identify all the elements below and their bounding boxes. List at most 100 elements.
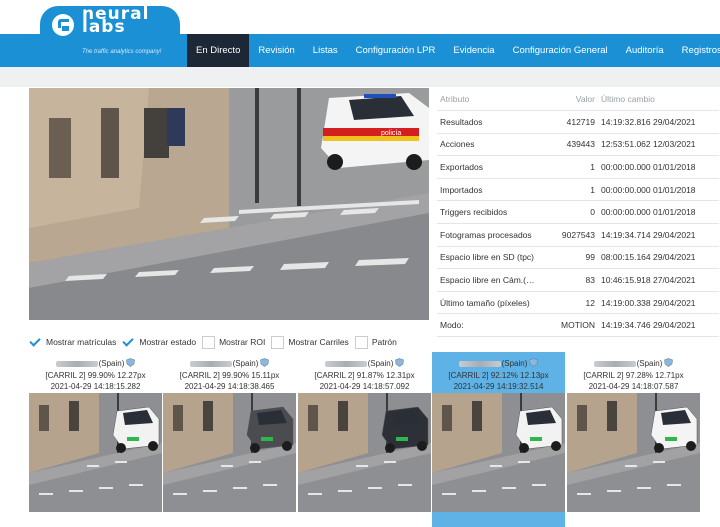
brand-tagline: The traffic analytics company! [82,49,162,55]
checkbox-checked-icon[interactable] [29,335,42,349]
status-row: Resultados 412719 14:19:32.816 29/04/2021 [437,110,719,134]
status-attribute: Fotogramas procesados [437,223,538,247]
status-last-change: 08:00:15.164 29/04/2021 [598,246,719,270]
status-attribute: Triggers recibidos [437,200,538,225]
blurred-plate [593,360,636,367]
detection-caption: (Spain) [CARRIL 2] 92.12% 12.13px 2021-04-… [432,352,565,393]
detection-card[interactable]: (Spain) [CARRIL 2] 99.90% 15.11px 2021-04-… [163,352,296,527]
detection-country: (Spain) [636,359,663,368]
status-table: Atributo Valor Último cambio Resultados 4… [437,88,719,338]
status-last-change: 14:19:34.746 29/04/2021 [598,313,719,338]
detection-card[interactable]: (Spain) [CARRIL 2] 92.12% 12.13px 2021-04-… [432,352,565,527]
status-last-change: 14:19:34.714 29/04/2021 [598,223,719,247]
detection-snapshot [432,393,565,512]
status-value: 12 [538,291,598,315]
detection-snapshot [163,393,296,512]
display-options: Mostrar matrículas Mostrar estado Mostrar … [29,335,403,349]
detection-plate-line: (Spain) [163,358,296,370]
detection-footer [29,512,162,527]
blurred-plate [189,360,232,367]
status-row: Exportados 1 00:00:00.000 01/01/2018 [437,155,719,179]
status-last-change: 10:46:15.918 27/04/2021 [598,268,719,292]
status-attribute: Espacio libre en Cám.(t... [437,268,538,292]
nav-item-auditoría[interactable]: Auditoría [617,34,673,67]
shield-icon [126,358,136,367]
shield-icon [260,358,270,367]
col-last-change: Último cambio [598,88,719,112]
detection-country: (Spain) [367,359,394,368]
detection-footer [298,512,431,527]
nav-item-configuración-general[interactable]: Configuración General [504,34,617,67]
detection-timestamp: 2021-04-29 14:18:07.587 [588,382,679,391]
status-row: Espacio libre en Cám.(t... 83 10:46:15.918… [437,268,719,292]
status-attribute: Espacio libre en SD (tpc) [437,246,538,270]
detection-plate-line: (Spain) [298,358,431,370]
status-attribute: Resultados [437,110,538,134]
detection-image[interactable] [163,393,296,512]
detection-image[interactable] [29,393,162,512]
status-value: 99 [538,246,598,270]
status-value: MOTION [538,313,598,338]
option-mostrar-carriles[interactable]: Mostrar Carriles [271,335,349,349]
detection-country: (Spain) [501,359,528,368]
detection-footer [163,512,296,527]
status-row: Triggers recibidos 0 00:00:00.000 01/01/20… [437,200,719,225]
neural-labs-logo-icon [52,14,74,36]
status-last-change: 14:19:32.816 29/04/2021 [598,110,719,134]
nav-item-listas[interactable]: Listas [304,34,347,67]
checkbox-unchecked-icon[interactable] [271,335,285,349]
checkbox-checked-icon[interactable] [122,335,136,349]
detection-timestamp: 2021-04-29 14:18:15.282 [50,382,141,391]
detection-snapshot [298,393,431,512]
option-patrón[interactable]: Patrón [354,335,397,349]
status-attribute: Modo: [437,313,538,338]
detection-card[interactable]: (Spain) [CARRIL 2] 97.28% 12.71px 2021-04-… [567,352,700,527]
detection-card[interactable]: (Spain) [CARRIL 2] 91.87% 12.31px 2021-04-… [298,352,431,527]
detection-country: (Spain) [232,359,259,368]
nav-item-revisión[interactable]: Revisión [249,34,303,67]
status-value: 1 [538,178,598,202]
status-value: 83 [538,268,598,292]
detection-caption: (Spain) [CARRIL 2] 99.90% 12.27px 2021-04-… [29,352,162,393]
nav-item-en-directo[interactable]: En Directo [187,34,250,67]
option-label: Mostrar Carriles [288,337,349,347]
detection-image[interactable] [567,393,700,512]
status-attribute: Acciones [437,133,538,157]
blurred-plate [458,360,501,367]
detection-snapshot [29,393,162,512]
app-header: neural labs The traffic analytics compan… [0,0,720,68]
status-attribute: Último tamaño (píxeles) [437,291,538,315]
detection-caption: (Spain) [CARRIL 2] 99.90% 15.11px 2021-04-… [163,352,296,393]
option-label: Patrón [371,337,397,347]
status-row: Importados 1 00:00:00.000 01/01/2018 [437,178,719,202]
option-mostrar-roi[interactable]: Mostrar ROI [202,335,265,349]
detection-caption: (Spain) [CARRIL 2] 97.28% 12.71px 2021-04-… [567,352,700,393]
shield-icon [664,358,674,367]
checkbox-unchecked-icon[interactable] [202,335,216,349]
status-last-change: 00:00:00.000 01/01/2018 [598,178,719,202]
status-last-change: 14:19:00.338 29/04/2021 [598,291,719,315]
nav-item-evidencia[interactable]: Evidencia [444,34,503,67]
detection-timestamp: 2021-04-29 14:18:38.465 [184,382,275,391]
detection-lane-confidence: [CARRIL 2] 97.28% 12.71px [583,370,684,380]
detections-strip: (Spain) [CARRIL 2] 99.90% 12.27px 2021-04-… [29,352,700,527]
detection-card[interactable]: (Spain) [CARRIL 2] 99.90% 12.27px 2021-04-… [29,352,162,527]
status-row: Acciones 439443 12:53:51.062 12/03/2021 [437,133,719,157]
detection-image[interactable] [432,393,565,512]
blurred-plate [324,360,367,367]
shield-icon [529,358,539,367]
nav-item-configuración-lpr[interactable]: Configuración LPR [347,34,445,67]
header-divider-band [0,67,720,87]
live-camera-view[interactable]: policía [29,88,429,320]
detection-country: (Spain) [98,359,125,368]
status-last-change: 00:00:00.000 01/01/2018 [598,200,719,225]
status-value: 439443 [538,133,598,157]
option-mostrar-estado[interactable]: Mostrar estado [122,335,196,349]
checkbox-unchecked-icon[interactable] [354,335,368,349]
status-attribute: Exportados [437,155,538,179]
option-mostrar-matrículas[interactable]: Mostrar matrículas [29,335,116,349]
col-attribute: Atributo [437,88,538,112]
nav-item-registros[interactable]: Registros [673,34,720,67]
shield-icon [395,358,405,367]
detection-image[interactable] [298,393,431,512]
